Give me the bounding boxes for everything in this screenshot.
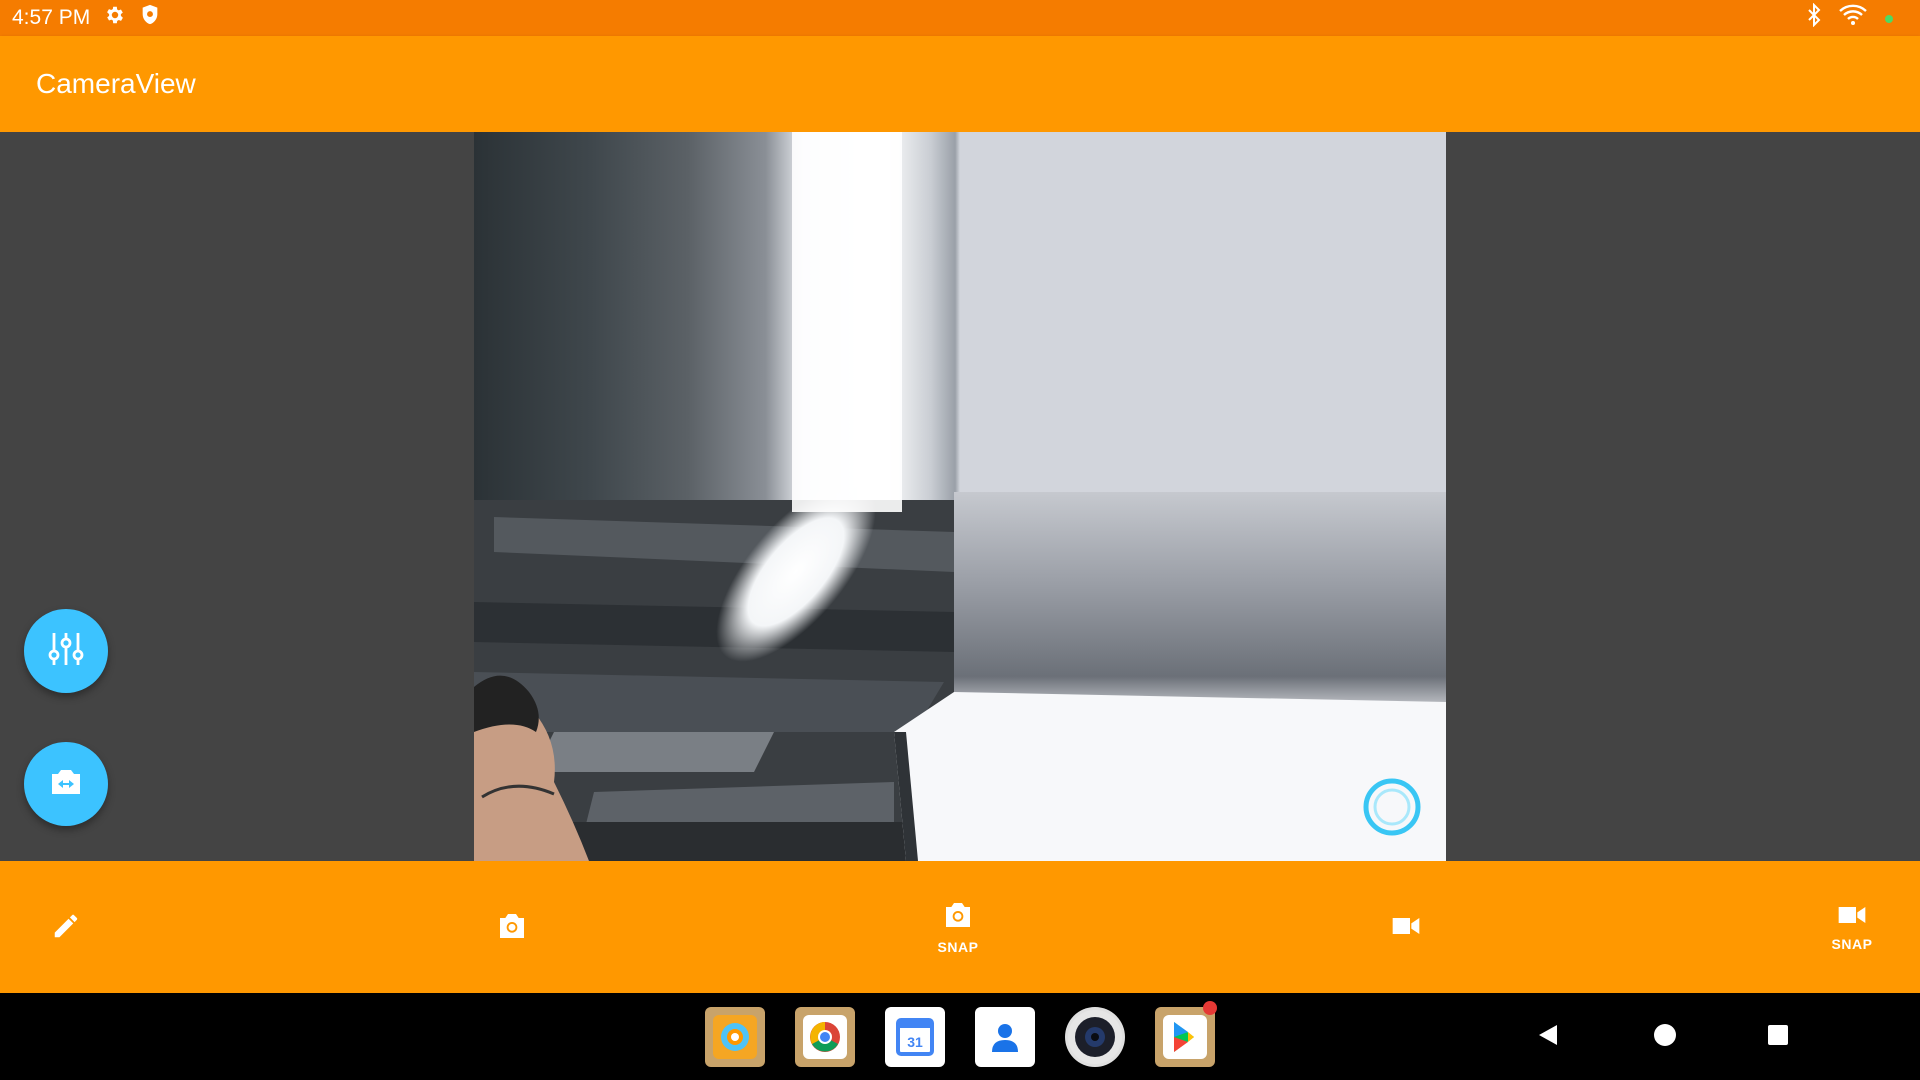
play-store-icon[interactable] [1155, 1007, 1215, 1067]
calendar-icon[interactable]: 31 [885, 1007, 945, 1067]
tune-sliders-icon [46, 629, 86, 674]
recents-square-icon [1765, 1022, 1791, 1053]
bluetooth-icon [1806, 2, 1822, 33]
camera-preview[interactable] [474, 132, 1446, 861]
videocam-icon [1390, 914, 1422, 941]
app-bar: CameraView [0, 36, 1920, 132]
wifi-icon [1838, 4, 1868, 32]
status-time: 4:57 PM [12, 6, 91, 29]
take-picture-snapshot-button[interactable]: SNAP [898, 861, 1018, 993]
app-title: CameraView [36, 68, 196, 99]
camera-icon [942, 900, 974, 933]
status-bar: 4:57 PM [0, 0, 1920, 36]
home-button[interactable] [1643, 1015, 1687, 1059]
pencil-icon [51, 911, 81, 944]
snap-label: SNAP [1831, 935, 1873, 952]
camera-icon [496, 911, 528, 944]
back-button[interactable] [1527, 1015, 1571, 1059]
switch-camera-fab-button[interactable] [24, 742, 108, 826]
notification-dot [1203, 1001, 1217, 1015]
edit-button[interactable] [6, 861, 126, 993]
switch-camera-icon [48, 764, 84, 805]
recents-button[interactable] [1756, 1015, 1800, 1059]
content-area [0, 132, 1920, 861]
chrome-icon[interactable] [795, 1007, 855, 1067]
cameraview-app-icon[interactable] [705, 1007, 765, 1067]
record-video-snapshot-button[interactable]: SNAP [1792, 861, 1912, 993]
record-video-button[interactable] [1346, 861, 1466, 993]
system-navigation-bar: 31 [0, 993, 1920, 1080]
snap-label: SNAP [937, 938, 979, 955]
dot-indicator [1884, 6, 1894, 30]
bottom-action-bar: SNAP SNAP [0, 861, 1920, 993]
gear-icon [104, 4, 126, 32]
calendar-day: 31 [907, 1034, 923, 1050]
tune-fab-button[interactable] [24, 609, 108, 693]
camera-app-icon[interactable] [1065, 1007, 1125, 1067]
home-circle-icon [1651, 1021, 1679, 1054]
contacts-icon[interactable] [975, 1007, 1035, 1067]
back-triangle-icon [1535, 1021, 1563, 1054]
shield-icon [140, 4, 160, 32]
take-picture-button[interactable] [452, 861, 572, 993]
videocam-icon [1836, 903, 1868, 930]
